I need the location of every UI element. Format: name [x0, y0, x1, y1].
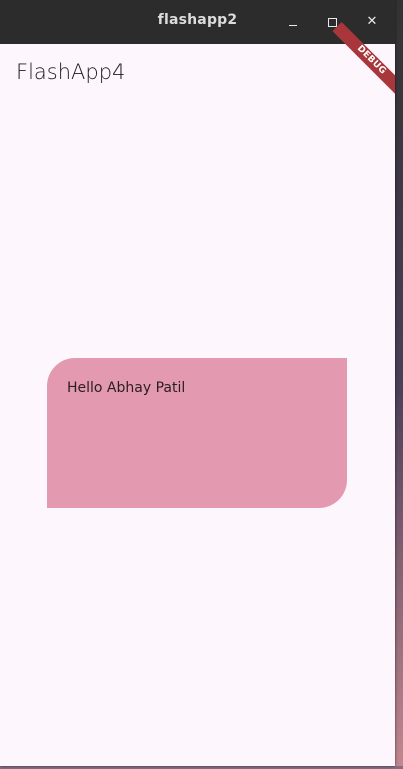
window-titlebar[interactable]: flashapp2 ✕: [0, 0, 395, 44]
close-button[interactable]: ✕: [358, 8, 386, 36]
app-window: flashapp2 ✕ FlashApp4 DEBUG Hello Abhay …: [0, 0, 395, 766]
greeting-text: Hello Abhay Patil: [67, 380, 186, 396]
app-body: FlashApp4 DEBUG Hello Abhay Patil: [0, 21, 395, 766]
minimize-button[interactable]: [279, 8, 307, 36]
maximize-icon: [328, 18, 337, 27]
greeting-card: Hello Abhay Patil: [47, 358, 347, 508]
desktop-edge: [395, 0, 403, 769]
app-title: FlashApp4: [16, 60, 126, 84]
minimize-icon: [289, 25, 297, 26]
close-icon: ✕: [366, 14, 378, 29]
